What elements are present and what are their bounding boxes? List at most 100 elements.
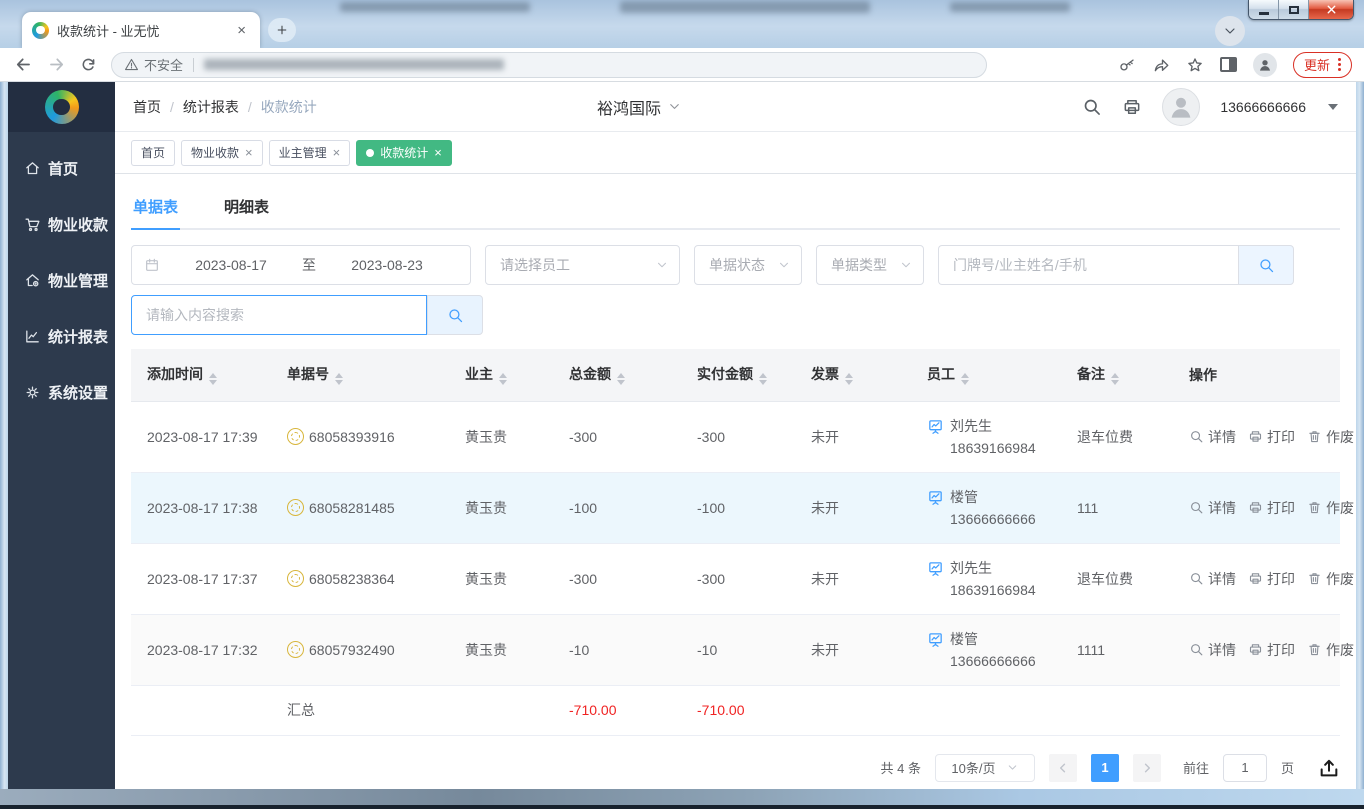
app-logo[interactable] [8, 82, 115, 132]
user-menu-caret-icon[interactable] [1328, 104, 1338, 110]
chevron-down-icon [777, 258, 791, 272]
user-phone[interactable]: 13666666666 [1220, 99, 1306, 115]
breadcrumb-statistics[interactable]: 统计报表 [183, 97, 239, 117]
desktop-artifact [950, 2, 1070, 12]
window-maximize-button[interactable] [1279, 0, 1309, 19]
content-search-input[interactable] [131, 295, 427, 335]
window-close-button[interactable] [1309, 0, 1353, 19]
window-minimize-button[interactable] [1249, 0, 1279, 19]
print-button[interactable]: 打印 [1248, 569, 1295, 589]
sort-icon[interactable] [1111, 373, 1119, 385]
reload-button[interactable] [80, 56, 97, 73]
new-tab-button[interactable] [268, 18, 296, 42]
sort-icon[interactable] [617, 373, 625, 385]
key-icon[interactable] [1118, 56, 1136, 74]
sort-icon[interactable] [499, 373, 507, 385]
print-icon[interactable] [1122, 97, 1142, 117]
printer-icon [1248, 429, 1263, 444]
breadcrumb-home[interactable]: 首页 [133, 97, 161, 117]
void-button[interactable]: 作废 [1307, 569, 1354, 589]
sort-icon[interactable] [759, 373, 767, 385]
tag-property-collection[interactable]: 物业收款 × [181, 140, 263, 166]
tab-bill-table[interactable]: 单据表 [131, 184, 180, 228]
sidebar-item-property-management[interactable]: 物业管理 [8, 252, 115, 308]
col-total[interactable]: 总金额 [553, 349, 681, 401]
close-icon[interactable]: × [333, 146, 341, 159]
back-button[interactable] [14, 55, 33, 74]
tab-search-chevron-icon[interactable] [1215, 16, 1245, 46]
prev-page-button[interactable] [1049, 754, 1077, 782]
window-titlebar: 收款统计 - 业无忧 × [0, 0, 1364, 48]
date-start[interactable]: 2023-08-17 [160, 257, 302, 273]
divider [193, 58, 194, 72]
browser-tab[interactable]: 收款统计 - 业无忧 × [22, 12, 260, 48]
sidebar-item-settings[interactable]: 系统设置 [8, 364, 115, 420]
next-page-button[interactable] [1133, 754, 1161, 782]
user-avatar[interactable] [1162, 88, 1200, 126]
col-remark[interactable]: 备注 [1061, 349, 1173, 401]
cell-total: -100 [553, 472, 681, 543]
sort-icon[interactable] [209, 373, 217, 385]
sidebar-item-statistics[interactable]: 统计报表 [8, 308, 115, 364]
keyword-search-button[interactable] [1238, 245, 1294, 285]
chrome-update-button[interactable]: 更新 [1293, 52, 1352, 78]
print-button[interactable]: 打印 [1248, 640, 1295, 660]
print-button[interactable]: 打印 [1248, 498, 1295, 518]
close-icon[interactable]: × [434, 146, 442, 159]
detail-button[interactable]: 详情 [1189, 569, 1236, 589]
col-add-time[interactable]: 添加时间 [131, 349, 271, 401]
bill-type-select[interactable]: 单据类型 [816, 245, 924, 285]
detail-button[interactable]: 详情 [1189, 498, 1236, 518]
sort-icon[interactable] [845, 373, 853, 385]
cell-remark: 111 [1061, 472, 1173, 543]
security-warning[interactable]: 不安全 [124, 55, 183, 74]
forward-button[interactable] [47, 55, 66, 74]
void-button[interactable]: 作废 [1307, 498, 1354, 518]
tab-detail-table[interactable]: 明细表 [222, 184, 271, 228]
company-selector[interactable]: 裕鸿国际 [597, 95, 682, 119]
address-bar[interactable]: 不安全 [111, 52, 987, 78]
date-range-picker[interactable]: 2023-08-17 至 2023-08-23 [131, 245, 471, 285]
page-size-select[interactable]: 10条/页 [935, 754, 1035, 782]
close-icon[interactable]: × [245, 146, 253, 159]
share-icon[interactable] [1152, 56, 1170, 74]
table-row[interactable]: 2023-08-17 17:38 68058281485 黄玉贵 -100 -1… [131, 472, 1340, 543]
print-button[interactable]: 打印 [1248, 427, 1295, 447]
export-button[interactable] [1318, 757, 1340, 779]
sort-icon[interactable] [961, 373, 969, 385]
tag-payment-statistics[interactable]: 收款统计 × [356, 140, 452, 166]
tag-home[interactable]: 首页 [131, 140, 175, 166]
table-row[interactable]: 2023-08-17 17:32 68057932490 黄玉贵 -10 -10… [131, 614, 1340, 685]
date-end[interactable]: 2023-08-23 [316, 257, 458, 273]
sidebar-item-label: 物业管理 [48, 270, 108, 291]
menu-dots-icon[interactable] [1338, 58, 1341, 71]
detail-button[interactable]: 详情 [1189, 427, 1236, 447]
detail-button[interactable]: 详情 [1189, 640, 1236, 660]
page-unit-label: 页 [1281, 758, 1294, 777]
tag-owner-management[interactable]: 业主管理 × [269, 140, 351, 166]
side-panel-icon[interactable] [1220, 57, 1237, 72]
sidebar-item-home[interactable]: 首页 [8, 140, 115, 196]
col-invoice[interactable]: 发票 [795, 349, 911, 401]
table-row[interactable]: 2023-08-17 17:37 68058238364 黄玉贵 -300 -3… [131, 543, 1340, 614]
keyword-input[interactable] [938, 245, 1238, 285]
void-button[interactable]: 作废 [1307, 427, 1354, 447]
sort-icon[interactable] [335, 373, 343, 385]
goto-page-input[interactable] [1223, 754, 1267, 782]
search-icon[interactable] [1082, 97, 1102, 117]
content-search-button[interactable] [427, 295, 483, 335]
browser-profile-avatar[interactable] [1253, 53, 1277, 77]
col-bill-no[interactable]: 单据号 [271, 349, 449, 401]
col-paid[interactable]: 实付金额 [681, 349, 795, 401]
favicon [32, 22, 49, 39]
employee-select[interactable]: 请选择员工 [485, 245, 680, 285]
table-row[interactable]: 2023-08-17 17:39 68058393916 黄玉贵 -300 -3… [131, 401, 1340, 472]
sidebar-item-property-collection[interactable]: 物业收款 [8, 196, 115, 252]
col-employee[interactable]: 员工 [911, 349, 1061, 401]
void-button[interactable]: 作废 [1307, 640, 1354, 660]
bill-status-select[interactable]: 单据状态 [694, 245, 802, 285]
col-owner[interactable]: 业主 [449, 349, 553, 401]
bookmark-star-icon[interactable] [1186, 56, 1204, 74]
tab-close-icon[interactable]: × [233, 21, 250, 40]
page-1-button[interactable]: 1 [1091, 754, 1119, 782]
